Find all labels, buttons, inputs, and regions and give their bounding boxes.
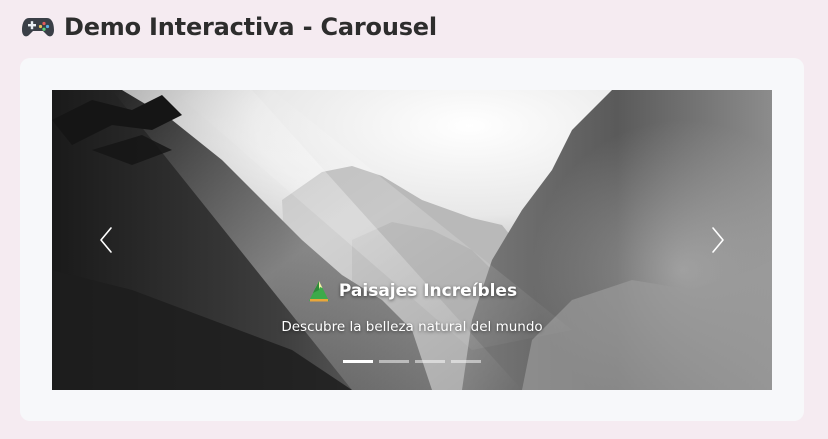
mountain-icon [308, 281, 329, 302]
carousel-indicator-4[interactable] [451, 360, 481, 363]
carousel-indicator-1[interactable] [343, 360, 373, 363]
gamepad-icon [22, 18, 54, 37]
carousel-prev-button[interactable] [92, 226, 120, 254]
carousel-indicators [343, 360, 481, 363]
carousel-indicator-3[interactable] [415, 360, 445, 363]
page-header: Demo Interactiva - Carousel [22, 10, 437, 44]
slide-image [52, 90, 772, 390]
page-title: Demo Interactiva - Carousel [64, 13, 437, 41]
carousel-indicator-2[interactable] [379, 360, 409, 363]
slide-title: Paisajes Increíbles [338, 281, 518, 301]
slide-subtitle: Descubre la belleza natural del mundo [281, 319, 543, 335]
carousel-next-button[interactable] [704, 226, 732, 254]
chevron-right-icon [712, 227, 724, 253]
carousel-card: Paisajes Increíbles Descubre la belleza … [20, 58, 804, 421]
slide-caption: Paisajes Increíbles Descubre la belleza … [52, 278, 772, 335]
image-carousel[interactable]: Paisajes Increíbles Descubre la belleza … [52, 90, 772, 390]
caption-title-row: Paisajes Increíbles [307, 278, 517, 304]
chevron-left-icon [100, 227, 112, 253]
